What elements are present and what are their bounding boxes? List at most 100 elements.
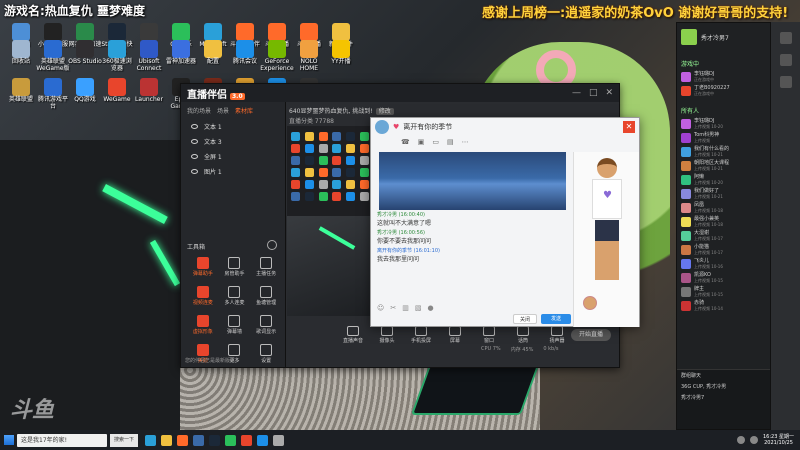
friend-item[interactable]: 飞炎儿 上传视频 10-16: [677, 257, 770, 271]
video-icon[interactable]: ▣: [418, 138, 425, 146]
scene-item[interactable]: 文本 1: [181, 119, 285, 134]
taskbar-app-icon[interactable]: [241, 434, 253, 446]
close-chat-button[interactable]: 关闭: [513, 314, 537, 324]
tab[interactable]: 我的场景: [187, 106, 211, 115]
desktop-icon[interactable]: 英雄联盟 WeGame版: [36, 40, 70, 72]
friend-item[interactable]: 赤骑 上传视频 10-14: [677, 299, 770, 313]
friend-item[interactable]: 我们有什么看的 上传视频 10-21: [677, 145, 770, 159]
taskbar-app-icon[interactable]: [145, 434, 157, 446]
desktop-icon[interactable]: GeForce Experience: [260, 40, 294, 72]
friend-item[interactable]: 小能猫 上传视频 10-17: [677, 243, 770, 257]
friend-item[interactable]: 我们做好了 上传视频 10-21: [677, 187, 770, 201]
toolbox-settings-icon[interactable]: [267, 240, 277, 250]
maximize-icon[interactable]: □: [589, 88, 598, 98]
friend-item[interactable]: 凯源KO 上传视频 10-15: [677, 271, 770, 285]
toolbox-item[interactable]: 弹幕助手: [187, 257, 219, 277]
friend-item[interactable]: 牌主 上传视频 10-15: [677, 285, 770, 299]
desktop-icon[interactable]: QQ游戏: [68, 78, 102, 104]
friend-item[interactable]: Tom科男神 上传视频: [677, 131, 770, 145]
toolbox-item[interactable]: 鱼塘管理: [250, 286, 282, 306]
source-control[interactable]: 屏幕: [443, 326, 467, 344]
desktop-icon[interactable]: 回收站: [4, 40, 38, 66]
friend-item[interactable]: 凤凰 上传视频 10-18: [677, 201, 770, 215]
friend-item[interactable]: 阿懒 上传视频 10-20: [677, 173, 770, 187]
folder-icon[interactable]: ▥: [402, 304, 409, 312]
scene-item[interactable]: 图片 1: [181, 164, 285, 179]
source-control[interactable]: 摄像头: [375, 326, 399, 344]
start-button[interactable]: [4, 435, 14, 445]
screen-share-icon[interactable]: ▭: [432, 138, 439, 146]
desktop-icon[interactable]: YY开播: [324, 40, 358, 66]
more-icon[interactable]: ⋯: [462, 138, 469, 146]
side-icon[interactable]: [779, 76, 792, 88]
desktop-icon[interactable]: Launcher: [132, 78, 166, 104]
mic-icon[interactable]: ●: [427, 304, 433, 312]
friend-item[interactable]: 丁老B0920227 正在游戏中: [677, 84, 770, 98]
start-live-button[interactable]: 开始直播: [571, 329, 611, 341]
desktop-icon[interactable]: 雷神加速器: [164, 40, 198, 66]
toolbox-item[interactable]: 虚拟形象: [187, 315, 219, 335]
toolbox-item[interactable]: 多人连麦: [219, 286, 251, 306]
close-button[interactable]: ✕: [623, 121, 635, 133]
toolbox-item[interactable]: 房管助手: [219, 257, 251, 277]
phone-icon[interactable]: ☎: [401, 138, 410, 146]
taskbar-app-icon[interactable]: [273, 434, 285, 446]
friend-item[interactable]: 李钰璐DJ 上传视频 10-20: [677, 117, 770, 131]
source-control[interactable]: 扬声器: [545, 326, 569, 344]
send-button[interactable]: 发送: [541, 314, 571, 324]
avatar[interactable]: [375, 120, 389, 134]
side-icon[interactable]: [779, 32, 792, 44]
group-chat-item[interactable]: 36G CUP, 秀才冷男: [677, 381, 770, 392]
scene-item[interactable]: 文本 3: [181, 134, 285, 149]
toolbox-item[interactable]: 视频连麦: [187, 286, 219, 306]
taskbar-app-icon[interactable]: [225, 434, 237, 446]
toolbox-item[interactable]: 歌词显示: [250, 315, 282, 335]
search-input[interactable]: 这是我17年的家!: [17, 433, 107, 447]
friend-item[interactable]: 朝阳地区大课程 上传视频 10-21: [677, 159, 770, 173]
image-icon[interactable]: ▧: [415, 304, 422, 312]
desktop-icon[interactable]: 腾讯游戏平台: [36, 78, 70, 110]
taskbar-app-icon[interactable]: [257, 434, 269, 446]
self-avatar[interactable]: [583, 296, 597, 310]
toolbox-item[interactable]: 弹幕墙: [219, 315, 251, 335]
desktop-icon[interactable]: 腾讯会议: [228, 40, 262, 66]
network-icon[interactable]: [737, 436, 745, 444]
eye-icon[interactable]: [191, 154, 198, 159]
desktop-icon[interactable]: WeGame: [100, 78, 134, 104]
tab[interactable]: 素材库: [235, 106, 253, 115]
scissors-icon[interactable]: ✂: [390, 304, 396, 312]
taskbar-app-icon[interactable]: [193, 434, 205, 446]
taskbar-app-icon[interactable]: [177, 434, 189, 446]
desktop-icon[interactable]: NOLO HOME: [292, 40, 326, 72]
shared-image[interactable]: [379, 152, 566, 210]
avatar[interactable]: [681, 29, 697, 45]
taskbar-app-icon[interactable]: [209, 434, 221, 446]
friend-item[interactable]: 最强小兼英 上传视频 10-18: [677, 215, 770, 229]
clock[interactable]: 16:23 星期一 2021/10/25: [763, 434, 794, 446]
desktop-icon[interactable]: 配置: [196, 40, 230, 66]
scene-item[interactable]: 全屏 1: [181, 149, 285, 164]
desktop-icon[interactable]: Ubisoft Connect: [132, 40, 166, 72]
desktop-icon[interactable]: 360极速浏览器: [100, 40, 134, 72]
volume-icon[interactable]: [750, 436, 758, 444]
desktop-icon[interactable]: OBS Studio: [68, 40, 102, 66]
side-icon[interactable]: [779, 54, 792, 66]
emoji-icon[interactable]: ☺: [377, 304, 384, 312]
toolbox-item[interactable]: 设置: [250, 344, 282, 364]
source-control[interactable]: 手机投屏: [409, 326, 433, 344]
edit-title-button[interactable]: 修改: [375, 108, 394, 115]
file-icon[interactable]: ▤: [447, 138, 454, 146]
source-control[interactable]: 窗口: [477, 326, 501, 344]
source-control[interactable]: 直播声音: [341, 326, 365, 344]
eye-icon[interactable]: [191, 169, 198, 174]
source-control[interactable]: 话筒: [511, 326, 535, 344]
eye-icon[interactable]: [191, 124, 198, 129]
minimize-icon[interactable]: —: [572, 88, 581, 98]
toolbox-item[interactable]: 主播任务: [250, 257, 282, 277]
search-button[interactable]: 搜索一下: [110, 433, 139, 447]
desktop-icon[interactable]: 英雄联盟: [4, 78, 38, 104]
tab[interactable]: 场景: [217, 106, 229, 115]
eye-icon[interactable]: [191, 139, 198, 144]
friend-item[interactable]: 大湿谢 上传视频 10-17: [677, 229, 770, 243]
close-icon[interactable]: ✕: [605, 88, 613, 98]
